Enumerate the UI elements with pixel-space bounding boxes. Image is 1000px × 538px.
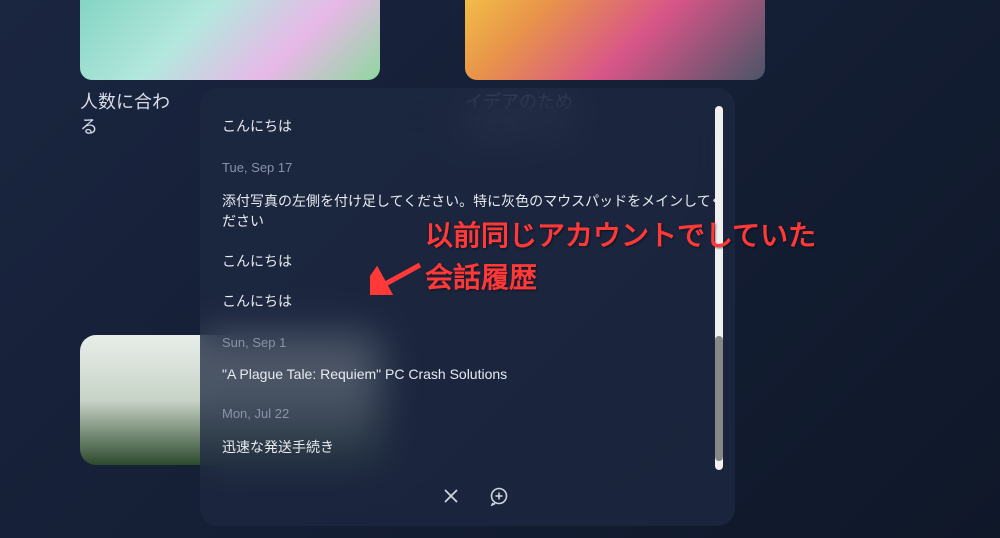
history-panel: こんにちは Tue, Sep 17 添付写真の左側を付け足してください。特に灰色… [200,88,735,526]
card-thumbnail [465,0,765,80]
scrollbar-thumb[interactable] [715,336,723,461]
history-item[interactable]: "A Plague Tale: Requiem" PC Crash Soluti… [222,356,727,392]
close-icon [442,487,460,505]
panel-footer [222,470,727,514]
new-chat-button[interactable] [485,482,513,510]
new-chat-icon [489,486,509,506]
history-item[interactable]: こんにちは [222,281,727,321]
date-header: Tue, Sep 17 [222,146,727,181]
card-thumbnail [80,0,380,80]
date-header: Sun, Sep 1 [222,321,727,356]
close-button[interactable] [437,482,465,510]
history-item[interactable]: こんにちは [222,106,727,146]
history-item[interactable]: 迅速な発送手続き [222,427,727,467]
history-item[interactable]: こんにちは [222,241,727,281]
scrollbar-track[interactable] [715,106,723,470]
history-list: こんにちは Tue, Sep 17 添付写真の左側を付け足してください。特に灰色… [222,106,727,470]
history-item[interactable]: 添付写真の左側を付け足してください。特に灰色のマウスパッドをメインしてください [222,181,727,241]
date-header: Mon, Jul 22 [222,392,727,427]
